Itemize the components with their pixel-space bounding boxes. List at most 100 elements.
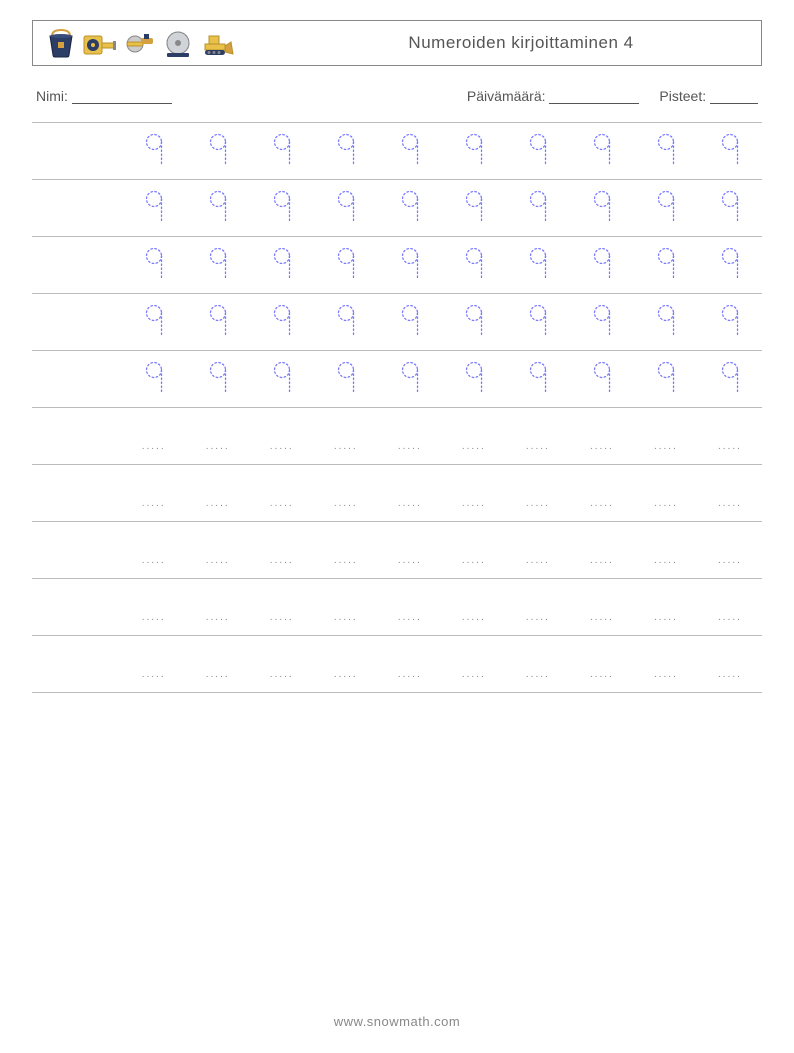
worksheet-cell[interactable]: ..... <box>250 522 314 578</box>
worksheet-cell[interactable]: ..... <box>634 465 698 521</box>
worksheet-cell[interactable]: ..... <box>122 636 186 692</box>
worksheet-cell[interactable] <box>698 123 762 179</box>
worksheet-cell[interactable]: ..... <box>186 522 250 578</box>
worksheet-cell[interactable] <box>314 237 378 293</box>
worksheet-cell[interactable] <box>698 237 762 293</box>
worksheet-cell[interactable] <box>122 123 186 179</box>
worksheet-cell[interactable]: ..... <box>314 522 378 578</box>
worksheet-cell[interactable] <box>506 351 570 407</box>
worksheet-cell[interactable] <box>122 351 186 407</box>
worksheet-cell[interactable] <box>442 123 506 179</box>
worksheet-cell[interactable]: ..... <box>634 636 698 692</box>
worksheet-cell[interactable] <box>122 294 186 350</box>
worksheet-cell[interactable]: ..... <box>378 636 442 692</box>
worksheet-cell[interactable] <box>122 180 186 236</box>
worksheet-cell[interactable]: ..... <box>314 408 378 464</box>
worksheet-cell[interactable]: ..... <box>570 522 634 578</box>
worksheet-cell[interactable]: ..... <box>698 579 762 635</box>
worksheet-cell[interactable] <box>314 351 378 407</box>
worksheet-cell[interactable]: ..... <box>570 579 634 635</box>
worksheet-cell[interactable] <box>32 294 122 350</box>
worksheet-cell[interactable] <box>506 294 570 350</box>
worksheet-cell[interactable] <box>634 237 698 293</box>
worksheet-cell[interactable] <box>32 579 122 635</box>
worksheet-cell[interactable] <box>314 294 378 350</box>
worksheet-cell[interactable] <box>634 294 698 350</box>
worksheet-cell[interactable]: ..... <box>122 579 186 635</box>
worksheet-cell[interactable]: ..... <box>314 465 378 521</box>
worksheet-cell[interactable] <box>250 123 314 179</box>
worksheet-cell[interactable] <box>32 636 122 692</box>
worksheet-cell[interactable] <box>250 237 314 293</box>
worksheet-cell[interactable]: ..... <box>442 408 506 464</box>
worksheet-cell[interactable] <box>32 408 122 464</box>
worksheet-cell[interactable]: ..... <box>186 408 250 464</box>
worksheet-cell[interactable] <box>634 351 698 407</box>
worksheet-cell[interactable]: ..... <box>378 522 442 578</box>
worksheet-cell[interactable]: ..... <box>570 408 634 464</box>
score-blank[interactable] <box>710 89 758 104</box>
worksheet-cell[interactable] <box>570 351 634 407</box>
worksheet-cell[interactable]: ..... <box>506 465 570 521</box>
worksheet-cell[interactable] <box>442 237 506 293</box>
worksheet-cell[interactable] <box>442 351 506 407</box>
worksheet-cell[interactable]: ..... <box>250 408 314 464</box>
worksheet-cell[interactable] <box>570 123 634 179</box>
worksheet-cell[interactable]: ..... <box>186 465 250 521</box>
worksheet-cell[interactable] <box>186 294 250 350</box>
worksheet-cell[interactable] <box>186 351 250 407</box>
worksheet-cell[interactable]: ..... <box>570 465 634 521</box>
worksheet-cell[interactable]: ..... <box>378 408 442 464</box>
worksheet-cell[interactable]: ..... <box>442 636 506 692</box>
worksheet-cell[interactable] <box>32 351 122 407</box>
worksheet-cell[interactable]: ..... <box>506 636 570 692</box>
worksheet-cell[interactable] <box>250 351 314 407</box>
worksheet-cell[interactable]: ..... <box>378 579 442 635</box>
worksheet-cell[interactable]: ..... <box>442 522 506 578</box>
worksheet-cell[interactable] <box>32 237 122 293</box>
worksheet-cell[interactable] <box>250 294 314 350</box>
worksheet-cell[interactable] <box>378 123 442 179</box>
worksheet-cell[interactable] <box>314 180 378 236</box>
worksheet-cell[interactable]: ..... <box>186 579 250 635</box>
worksheet-cell[interactable]: ..... <box>570 636 634 692</box>
worksheet-cell[interactable] <box>442 180 506 236</box>
worksheet-cell[interactable]: ..... <box>250 465 314 521</box>
worksheet-cell[interactable]: ..... <box>698 465 762 521</box>
worksheet-cell[interactable] <box>506 123 570 179</box>
worksheet-cell[interactable] <box>698 180 762 236</box>
date-blank[interactable] <box>549 89 639 104</box>
worksheet-cell[interactable]: ..... <box>122 465 186 521</box>
worksheet-cell[interactable] <box>634 180 698 236</box>
worksheet-cell[interactable]: ..... <box>250 636 314 692</box>
worksheet-cell[interactable]: ..... <box>378 465 442 521</box>
worksheet-cell[interactable]: ..... <box>698 636 762 692</box>
worksheet-cell[interactable] <box>314 123 378 179</box>
worksheet-cell[interactable] <box>186 237 250 293</box>
worksheet-cell[interactable] <box>32 180 122 236</box>
worksheet-cell[interactable] <box>570 237 634 293</box>
worksheet-cell[interactable] <box>698 294 762 350</box>
name-blank[interactable] <box>72 89 172 104</box>
worksheet-cell[interactable]: ..... <box>250 579 314 635</box>
worksheet-cell[interactable] <box>698 351 762 407</box>
worksheet-cell[interactable] <box>186 123 250 179</box>
worksheet-cell[interactable]: ..... <box>506 522 570 578</box>
worksheet-cell[interactable]: ..... <box>634 579 698 635</box>
worksheet-cell[interactable] <box>570 180 634 236</box>
worksheet-cell[interactable] <box>378 180 442 236</box>
worksheet-cell[interactable] <box>186 180 250 236</box>
worksheet-cell[interactable]: ..... <box>442 579 506 635</box>
worksheet-cell[interactable] <box>32 465 122 521</box>
worksheet-cell[interactable]: ..... <box>506 408 570 464</box>
worksheet-cell[interactable]: ..... <box>314 579 378 635</box>
worksheet-cell[interactable] <box>250 180 314 236</box>
worksheet-cell[interactable] <box>122 237 186 293</box>
worksheet-cell[interactable]: ..... <box>122 522 186 578</box>
worksheet-cell[interactable] <box>378 294 442 350</box>
worksheet-cell[interactable] <box>570 294 634 350</box>
worksheet-cell[interactable] <box>634 123 698 179</box>
worksheet-cell[interactable]: ..... <box>634 408 698 464</box>
worksheet-cell[interactable]: ..... <box>698 522 762 578</box>
worksheet-cell[interactable]: ..... <box>634 522 698 578</box>
